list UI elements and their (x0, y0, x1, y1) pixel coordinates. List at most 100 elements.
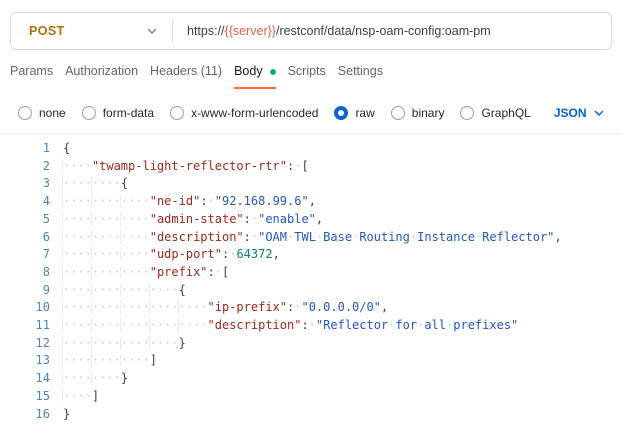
body-type-binary[interactable]: binary (391, 106, 445, 120)
tab-authorization[interactable]: Authorization (65, 60, 138, 89)
code-content: ············"ne-id":·"92.168.99.6", (63, 193, 316, 211)
code-content: ········{ (63, 175, 128, 193)
token-p: : (301, 318, 308, 332)
token-p: : (200, 194, 207, 208)
tab-headers-11[interactable]: Headers (11) (150, 60, 222, 89)
indent-guide: ···· (91, 283, 121, 297)
indent-guide: ···· (91, 230, 121, 244)
tab-scripts[interactable]: Scripts (288, 60, 326, 89)
language-selector[interactable]: JSON (554, 106, 604, 120)
indent-guide: ···· (91, 247, 121, 261)
body-type-raw[interactable]: raw (334, 106, 374, 120)
line-number: 16 (0, 406, 63, 424)
code-line[interactable]: 5············"admin-state":·"enable", (0, 211, 621, 229)
body-type-label: x-www-form-urlencoded (191, 106, 318, 120)
token-num: 64372 (236, 247, 272, 261)
body-type-form-data[interactable]: form-data (82, 106, 154, 120)
indent-guide: ···· (62, 230, 92, 244)
method-selector[interactable]: POST (11, 13, 172, 49)
code-line[interactable]: 8············"prefix":·[ (0, 264, 621, 282)
whitespace-dot: · (475, 230, 482, 244)
body-type-graphql[interactable]: GraphQL (460, 106, 530, 120)
code-line[interactable]: 11····················"description":·"Re… (0, 317, 621, 335)
code-content: ············"admin-state":·"enable", (63, 211, 323, 229)
tab-label: Settings (338, 64, 383, 78)
code-line[interactable]: 10····················"ip-prefix":·"0.0.… (0, 299, 621, 317)
token-str: "enable" (258, 212, 316, 226)
code-content: ····"twamp-light-reflector-rtr":·[ (63, 158, 309, 176)
token-str: "OAM·TWL·Base·Routing·Instance·Reflector… (258, 230, 554, 244)
code-line[interactable]: 3········{ (0, 175, 621, 193)
token-p: { (121, 176, 128, 190)
indent-guide: ···· (62, 194, 92, 208)
chevron-down-icon (147, 28, 157, 34)
whitespace-dot: · (208, 194, 215, 208)
token-p: : (244, 212, 251, 226)
url-bar: POST https://{{server}}/restconf/data/ns… (10, 12, 612, 50)
code-line[interactable]: 6············"description":·"OAM·TWL·Bas… (0, 229, 621, 247)
code-line[interactable]: 4············"ne-id":·"92.168.99.6", (0, 193, 621, 211)
radio-icon (460, 106, 474, 120)
indent-guide: ···· (149, 336, 179, 350)
indent-guide: ···· (62, 176, 92, 190)
line-number: 14 (0, 370, 63, 388)
code-content: ············] (63, 352, 157, 370)
line-number: 15 (0, 388, 63, 406)
token-p: : (244, 230, 251, 244)
tab-label: Scripts (288, 64, 326, 78)
token-str: "0.0.0.0/0" (301, 300, 380, 314)
code-line[interactable]: 1{ (0, 140, 621, 158)
indent-guide: ···· (91, 212, 121, 226)
token-key: "description" (208, 318, 302, 332)
indent-guide: ···· (120, 194, 150, 208)
code-content: } (63, 406, 70, 424)
radio-icon (18, 106, 32, 120)
indent-guide: ···· (120, 265, 150, 279)
code-line[interactable]: 12················} (0, 335, 621, 353)
code-editor[interactable]: 1{2····"twamp-light-reflector-rtr":·[3··… (0, 133, 621, 445)
token-p: } (179, 336, 186, 350)
line-number: 2 (0, 158, 63, 176)
code-line[interactable]: 9················{ (0, 282, 621, 300)
code-content: ········} (63, 370, 128, 388)
indent-guide: ···· (62, 212, 92, 226)
line-number: 4 (0, 193, 63, 211)
token-key: "admin-state" (150, 212, 244, 226)
body-type-options: none form-data x-www-form-urlencoded raw bin… (18, 100, 613, 126)
indent-guide: ···· (149, 300, 179, 314)
token-p: , (554, 230, 561, 244)
code-line[interactable]: 15····] (0, 388, 621, 406)
tab-settings[interactable]: Settings (338, 60, 383, 89)
whitespace-dot: · (316, 230, 323, 244)
code-content: ····] (63, 388, 99, 406)
code-line[interactable]: 14········} (0, 370, 621, 388)
body-type-none[interactable]: none (18, 106, 66, 120)
token-key: "prefix" (150, 265, 208, 279)
tab-body[interactable]: Body (234, 60, 276, 89)
body-type-x-www-form-urlencoded[interactable]: x-www-form-urlencoded (170, 106, 318, 120)
code-content: ················} (63, 335, 186, 353)
indent-guide: ···· (62, 265, 92, 279)
code-content: ············"udp-port":·64372, (63, 246, 280, 264)
token-p: ] (92, 389, 99, 403)
tab-label: Authorization (65, 64, 138, 78)
code-content: ············"prefix":·[ (63, 264, 229, 282)
tab-params[interactable]: Params (10, 60, 53, 89)
tab-label: Body (234, 64, 263, 78)
code-line[interactable]: 16} (0, 406, 621, 424)
indent-guide: ···· (120, 353, 150, 367)
whitespace-dot: · (410, 230, 417, 244)
code-line[interactable]: 2····"twamp-light-reflector-rtr":·[ (0, 158, 621, 176)
indent-guide: ···· (91, 176, 121, 190)
line-number: 7 (0, 246, 63, 264)
token-key: "udp-port" (150, 247, 222, 261)
code-line[interactable]: 13············] (0, 352, 621, 370)
url-input[interactable]: https://{{server}}/restconf/data/nsp-oam… (173, 24, 491, 38)
token-p: , (273, 247, 280, 261)
code-content: ············"description":·"OAM·TWL·Base… (63, 229, 562, 247)
code-line[interactable]: 7············"udp-port":·64372, (0, 246, 621, 264)
indent-guide: ···· (62, 318, 92, 332)
token-p: : (208, 265, 215, 279)
line-number: 10 (0, 299, 63, 317)
indent-guide: ···· (120, 318, 150, 332)
